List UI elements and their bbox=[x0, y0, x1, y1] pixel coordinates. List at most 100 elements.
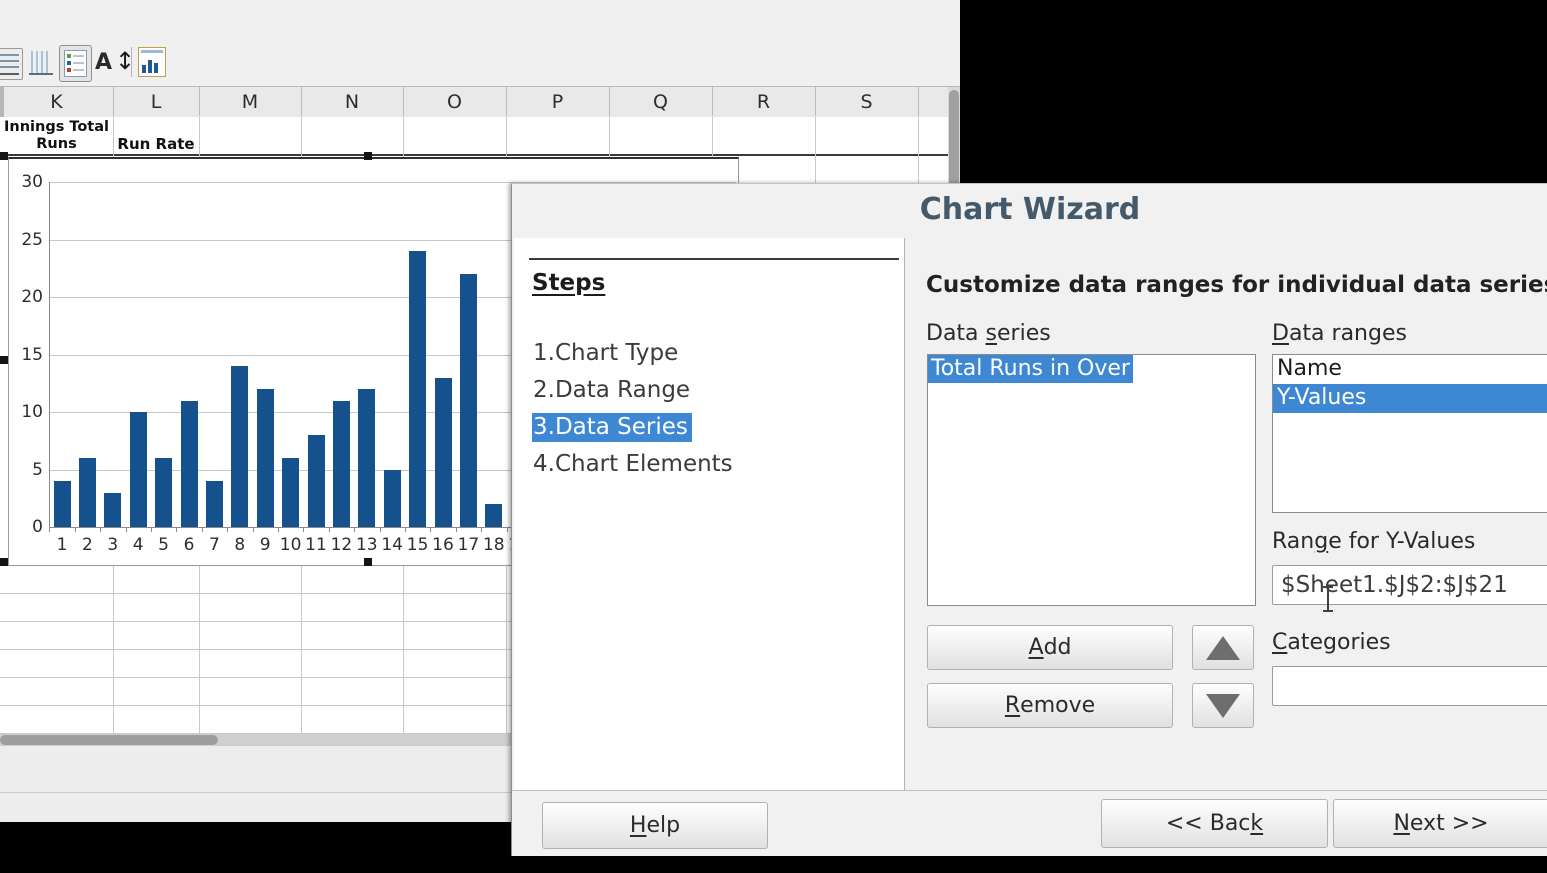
chart-edit-toolbar: A↕ bbox=[0, 0, 960, 87]
bar-over-13 bbox=[358, 389, 375, 527]
bar-over-14 bbox=[384, 470, 401, 528]
x-axis-tick bbox=[100, 527, 101, 532]
column-header-s[interactable]: S bbox=[815, 87, 919, 116]
header-corner bbox=[0, 87, 4, 117]
wizard-step-2[interactable]: 2.Data Range bbox=[532, 377, 694, 409]
x-axis-tick bbox=[354, 527, 355, 532]
data-series-item[interactable]: Total Runs in Over bbox=[928, 355, 1133, 383]
x-axis-label: 11 bbox=[303, 535, 329, 555]
horizontal-grids-icon[interactable] bbox=[0, 48, 23, 80]
column-header-r[interactable]: R bbox=[712, 87, 816, 116]
column-header-o[interactable]: O bbox=[403, 87, 507, 116]
horizontal-scrollbar-thumb[interactable] bbox=[0, 735, 218, 745]
y-axis-label: 20 bbox=[11, 287, 43, 307]
x-axis-tick bbox=[405, 527, 406, 532]
legend-icon[interactable] bbox=[59, 45, 92, 82]
wizard-step-4[interactable]: 4.Chart Elements bbox=[532, 451, 737, 483]
x-axis-label: 15 bbox=[405, 535, 431, 555]
column-header-p[interactable]: P bbox=[506, 87, 610, 116]
cell-l1[interactable]: Run Rate bbox=[113, 135, 199, 153]
cell-k1[interactable]: Innings Total Runs bbox=[0, 119, 113, 155]
chart-type-icon[interactable] bbox=[138, 47, 166, 77]
x-axis-label: 3 bbox=[100, 535, 126, 555]
steps-rule bbox=[529, 258, 899, 260]
y-axis-label: 10 bbox=[11, 402, 43, 422]
bar-over-3 bbox=[104, 493, 121, 528]
x-axis-tick bbox=[202, 527, 203, 532]
x-axis-tick bbox=[329, 527, 330, 532]
bar-over-10 bbox=[282, 458, 299, 527]
steps-panel: Steps 1.Chart Type 2.Data Range 3.Data Ser… bbox=[514, 238, 905, 791]
steps-title: Steps bbox=[532, 270, 605, 296]
selection-handle[interactable] bbox=[364, 152, 372, 160]
x-axis-tick bbox=[278, 527, 279, 532]
bar-over-6 bbox=[181, 401, 198, 528]
row-border-dark bbox=[0, 154, 948, 156]
data-series-label: Data series bbox=[926, 321, 1051, 346]
x-axis-tick bbox=[75, 527, 76, 532]
dialog-heading: Customize data ranges for individual dat… bbox=[926, 272, 1547, 298]
column-header-l[interactable]: L bbox=[113, 87, 200, 116]
x-axis-label: 9 bbox=[252, 535, 278, 555]
bar-over-8 bbox=[231, 366, 248, 527]
data-series-listbox[interactable]: Total Runs in Over bbox=[927, 354, 1256, 606]
y-axis-label: 30 bbox=[11, 172, 43, 192]
column-headers[interactable]: KLMNOPQRS bbox=[0, 87, 948, 118]
column-header-q[interactable]: Q bbox=[609, 87, 713, 116]
bar-over-11 bbox=[308, 435, 325, 527]
column-header-k[interactable]: K bbox=[0, 87, 114, 116]
arrow-up-icon bbox=[1206, 636, 1240, 660]
x-axis-label: 14 bbox=[379, 535, 405, 555]
x-axis-label: 8 bbox=[227, 535, 253, 555]
data-ranges-listbox[interactable]: NameY-Values bbox=[1272, 354, 1547, 513]
x-axis-tick bbox=[227, 527, 228, 532]
x-axis-tick bbox=[481, 527, 482, 532]
column-header-m[interactable]: M bbox=[199, 87, 302, 116]
bar-over-9 bbox=[257, 389, 274, 527]
x-axis-label: 2 bbox=[74, 535, 100, 555]
remove-button[interactable]: Remove bbox=[927, 683, 1173, 728]
dialog-footer-divider bbox=[512, 790, 1547, 791]
categories-label: Categories bbox=[1272, 630, 1391, 655]
y-axis-label: 15 bbox=[11, 345, 43, 365]
x-axis-tick bbox=[507, 527, 508, 532]
wizard-step-1[interactable]: 1.Chart Type bbox=[532, 340, 682, 372]
text-cursor-icon bbox=[1320, 585, 1335, 613]
wizard-step-3[interactable]: 3.Data Series bbox=[532, 414, 692, 446]
next-button[interactable]: Next >> bbox=[1333, 799, 1547, 848]
bar-over-2 bbox=[79, 458, 96, 527]
chart-wizard-dialog: Chart Wizard Steps 1.Chart Type2.Data Ra… bbox=[511, 183, 1547, 856]
x-axis-tick bbox=[430, 527, 431, 532]
bar-over-5 bbox=[155, 458, 172, 527]
x-axis-label: 6 bbox=[176, 535, 202, 555]
move-up-button[interactable] bbox=[1192, 625, 1254, 670]
x-axis-label: 4 bbox=[125, 535, 151, 555]
column-header-n[interactable]: N bbox=[301, 87, 404, 116]
x-axis-tick bbox=[126, 527, 127, 532]
selection-handle[interactable] bbox=[0, 558, 8, 566]
range-for-y-input[interactable] bbox=[1272, 565, 1547, 605]
bar-over-17 bbox=[460, 274, 477, 527]
x-axis-tick bbox=[176, 527, 177, 532]
selection-handle[interactable] bbox=[0, 356, 8, 364]
arrow-down-icon bbox=[1206, 694, 1240, 718]
bar-over-4 bbox=[130, 412, 147, 527]
x-axis-tick bbox=[49, 527, 50, 532]
range-for-y-label: Range for Y-Values bbox=[1272, 529, 1475, 554]
vertical-grids-icon[interactable] bbox=[28, 48, 54, 78]
scale-text-icon[interactable]: A↕ bbox=[95, 48, 125, 78]
toolbar-separator bbox=[131, 47, 132, 77]
back-button[interactable]: << Back bbox=[1101, 799, 1328, 848]
categories-input[interactable] bbox=[1272, 666, 1547, 706]
data-range-item-name[interactable]: Name bbox=[1273, 355, 1547, 384]
help-button[interactable]: Help bbox=[542, 802, 768, 849]
y-axis-label: 5 bbox=[11, 460, 43, 480]
bar-over-15 bbox=[409, 251, 426, 527]
selection-handle[interactable] bbox=[0, 152, 8, 160]
screen: A↕ KLMNOPQRS Innings Total Runs Run Rate… bbox=[0, 0, 1547, 873]
data-range-item-y-values[interactable]: Y-Values bbox=[1273, 384, 1547, 413]
bar-over-16 bbox=[435, 378, 452, 528]
selection-handle[interactable] bbox=[364, 558, 372, 566]
add-button[interactable]: Add bbox=[927, 625, 1173, 670]
move-down-button[interactable] bbox=[1192, 683, 1254, 728]
